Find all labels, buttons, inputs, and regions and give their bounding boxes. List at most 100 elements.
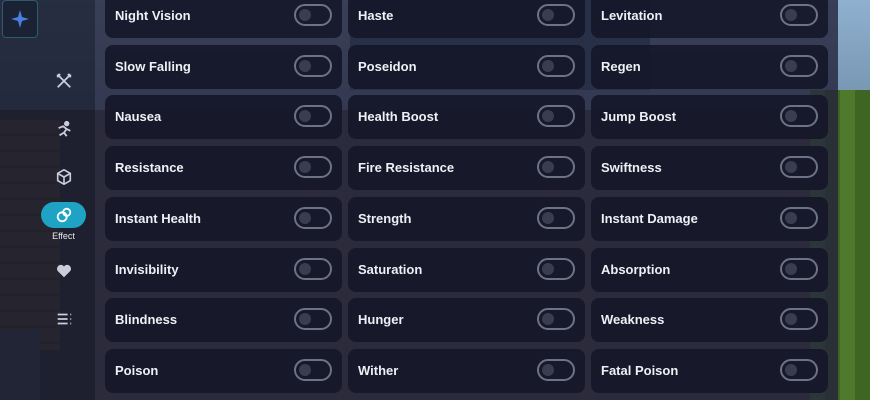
effect-label: Hunger [358, 312, 404, 328]
effect-toggle[interactable] [780, 308, 818, 331]
effect-toggle[interactable] [294, 4, 332, 26]
toggle-knob [542, 262, 554, 275]
toggle-knob [785, 262, 797, 275]
effect-toggle[interactable] [780, 257, 818, 280]
effect-toggle[interactable] [537, 4, 575, 26]
effect-card: Instant Damage [591, 196, 828, 241]
effects-panel: Night Vision Haste Levitation Slow Falling P… [95, 0, 838, 400]
effect-card: Jump Boost [591, 95, 828, 140]
toggle-knob [542, 161, 554, 174]
effect-card: Swiftness [591, 146, 828, 191]
effect-label: Saturation [358, 261, 423, 277]
effect-card: Wither [348, 348, 585, 393]
toggle-knob [299, 161, 311, 174]
effect-label: Jump Boost [601, 109, 677, 125]
toggle-knob [542, 313, 554, 326]
effect-toggle[interactable] [537, 358, 575, 381]
effect-label: Nausea [115, 109, 162, 125]
effect-card: Invisibility [105, 247, 342, 292]
effect-toggle[interactable] [537, 54, 575, 77]
toggle-knob [542, 9, 554, 21]
toggle-knob [785, 9, 797, 21]
cube-icon[interactable] [41, 160, 86, 194]
effect-card: Health Boost [348, 95, 585, 140]
effect-toggle[interactable] [294, 308, 332, 331]
toggle-knob [785, 59, 797, 72]
effect-label: Regen [601, 58, 641, 74]
effect-toggle[interactable] [294, 257, 332, 280]
effect-card: Weakness [591, 298, 828, 343]
effect-label: Resistance [115, 160, 184, 176]
toggle-knob [299, 363, 311, 376]
effect-toggle[interactable] [537, 257, 575, 280]
effect-toggle[interactable] [537, 156, 575, 179]
toggle-knob [785, 363, 797, 376]
effect-label: Strength [358, 210, 412, 226]
toggle-knob [785, 313, 797, 326]
toggle-knob [785, 211, 797, 224]
list-icon[interactable] [41, 302, 86, 336]
effect-label: Slow Falling [115, 58, 191, 74]
effect-card: Instant Health [105, 196, 342, 241]
effect-card: Strength [348, 196, 585, 241]
effect-label: Weakness [601, 312, 665, 328]
effect-toggle[interactable] [780, 4, 818, 26]
effect-label: Night Vision [115, 8, 191, 23]
toggle-knob [299, 313, 311, 326]
effect-card: Slow Falling [105, 44, 342, 89]
effect-label: Wither [358, 362, 399, 378]
effect-toggle[interactable] [537, 206, 575, 229]
effect-toggle[interactable] [780, 206, 818, 229]
effect-label: Blindness [115, 312, 178, 328]
potion-effect-icon[interactable] [41, 202, 86, 228]
toggle-knob [299, 59, 311, 72]
effect-toggle[interactable] [294, 358, 332, 381]
effect-label: Fatal Poison [601, 362, 679, 378]
effect-card: Resistance [105, 146, 342, 191]
effect-label: Invisibility [115, 261, 179, 277]
effect-toggle[interactable] [537, 105, 575, 128]
effect-label: Swiftness [601, 160, 662, 176]
toggle-knob [785, 110, 797, 123]
toggle-knob [542, 59, 554, 72]
effect-card: Blindness [105, 298, 342, 343]
effect-toggle[interactable] [780, 54, 818, 77]
effect-toggle[interactable] [294, 105, 332, 128]
toggle-knob [299, 9, 311, 21]
crossed-swords-icon[interactable] [41, 64, 86, 98]
effect-label: Absorption [601, 261, 671, 277]
effect-card: Poison [105, 348, 342, 393]
effect-toggle[interactable] [537, 308, 575, 331]
effect-card: Poseidon [348, 44, 585, 89]
effect-toggle[interactable] [780, 156, 818, 179]
effect-label: Poseidon [358, 58, 417, 74]
effect-card: Nausea [105, 95, 342, 140]
effect-label: Health Boost [358, 109, 439, 125]
effect-label: Poison [115, 362, 159, 378]
toggle-knob [299, 262, 311, 275]
heart-icon[interactable] [41, 254, 86, 288]
toggle-knob [542, 110, 554, 123]
effect-toggle[interactable] [294, 206, 332, 229]
effect-label: Fire Resistance [358, 160, 455, 176]
effect-label: Levitation [601, 8, 663, 23]
effect-toggle[interactable] [294, 54, 332, 77]
effect-card: Absorption [591, 247, 828, 292]
effect-label: Instant Health [115, 210, 201, 226]
nav-label-effect: Effect [52, 231, 75, 241]
effect-label: Haste [358, 8, 394, 23]
effect-label: Instant Damage [601, 210, 698, 226]
toggle-knob [299, 110, 311, 123]
effect-card: Night Vision [105, 0, 342, 38]
effect-toggle[interactable] [780, 105, 818, 128]
effect-card: Hunger [348, 298, 585, 343]
toggle-knob [785, 161, 797, 174]
effect-card: Saturation [348, 247, 585, 292]
toggle-knob [299, 211, 311, 224]
effect-card: Fire Resistance [348, 146, 585, 191]
sparkle-logo-icon[interactable] [2, 0, 38, 38]
effect-card: Regen [591, 44, 828, 89]
effect-toggle[interactable] [294, 156, 332, 179]
running-person-icon[interactable] [41, 112, 86, 146]
effect-toggle[interactable] [780, 358, 818, 381]
